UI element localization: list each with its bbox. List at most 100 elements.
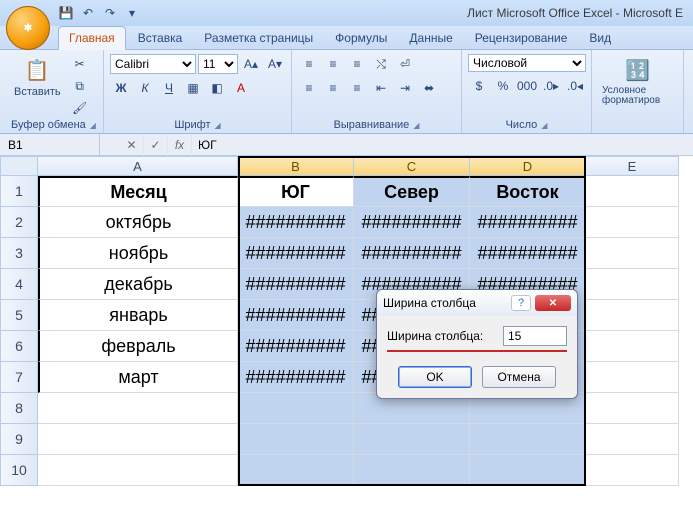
row-header-10[interactable]: 10 — [0, 455, 38, 486]
redo-icon[interactable]: ↷ — [102, 5, 118, 21]
cell-E1[interactable] — [586, 176, 679, 207]
align-left-icon[interactable]: ≡ — [298, 78, 320, 98]
tab-view[interactable]: Вид — [579, 27, 621, 49]
select-all-corner[interactable] — [0, 156, 38, 176]
tab-home[interactable]: Главная — [58, 26, 126, 50]
cell-A7[interactable]: март — [38, 362, 238, 393]
decrease-indent-icon[interactable]: ⇤ — [370, 78, 392, 98]
cell-C10[interactable] — [354, 455, 470, 486]
cell-B1[interactable]: ЮГ — [238, 176, 354, 207]
column-header-E[interactable]: E — [586, 156, 679, 176]
decrease-decimal-icon[interactable]: .0◂ — [564, 76, 586, 96]
cell-C3[interactable]: ########## — [354, 238, 470, 269]
align-right-icon[interactable]: ≡ — [346, 78, 368, 98]
tab-page-layout[interactable]: Разметка страницы — [194, 27, 323, 49]
formula-input[interactable]: ЮГ — [192, 138, 693, 152]
percent-icon[interactable]: % — [492, 76, 514, 96]
fx-icon[interactable]: fx — [168, 134, 192, 156]
column-header-D[interactable]: D — [470, 156, 586, 176]
increase-font-icon[interactable]: A▴ — [240, 54, 262, 74]
cell-E4[interactable] — [586, 269, 679, 300]
row-header-9[interactable]: 9 — [0, 424, 38, 455]
cell-E2[interactable] — [586, 207, 679, 238]
merge-icon[interactable]: ⬌ — [418, 78, 440, 98]
align-center-icon[interactable]: ≡ — [322, 78, 344, 98]
format-painter-icon[interactable]: 🖌 — [69, 98, 91, 118]
cell-A4[interactable]: декабрь — [38, 269, 238, 300]
font-name-select[interactable]: Calibri — [110, 54, 196, 74]
cell-A3[interactable]: ноябрь — [38, 238, 238, 269]
cell-A1[interactable]: Месяц — [38, 176, 238, 207]
qat-more-icon[interactable]: ▾ — [124, 5, 140, 21]
currency-icon[interactable]: $ — [468, 76, 490, 96]
dialog-launcher-icon[interactable]: ◢ — [215, 121, 221, 130]
row-header-2[interactable]: 2 — [0, 207, 38, 238]
cell-A2[interactable]: октябрь — [38, 207, 238, 238]
office-button[interactable]: ✱ — [6, 6, 50, 50]
cell-B6[interactable]: ########## — [238, 331, 354, 362]
tab-review[interactable]: Рецензирование — [465, 27, 578, 49]
font-color-icon[interactable]: A — [230, 78, 252, 98]
border-icon[interactable]: ▦ — [182, 78, 204, 98]
comma-icon[interactable]: 000 — [516, 76, 538, 96]
cell-D10[interactable] — [470, 455, 586, 486]
cell-A8[interactable] — [38, 393, 238, 424]
dialog-launcher-icon[interactable]: ◢ — [413, 121, 419, 130]
cell-B5[interactable]: ########## — [238, 300, 354, 331]
column-width-input[interactable] — [503, 326, 567, 346]
cell-E10[interactable] — [586, 455, 679, 486]
column-header-C[interactable]: C — [354, 156, 470, 176]
tab-insert[interactable]: Вставка — [128, 27, 193, 49]
row-header-8[interactable]: 8 — [0, 393, 38, 424]
cell-D3[interactable]: ########## — [470, 238, 586, 269]
row-header-5[interactable]: 5 — [0, 300, 38, 331]
copy-icon[interactable]: ⧉ — [69, 76, 91, 96]
increase-indent-icon[interactable]: ⇥ — [394, 78, 416, 98]
align-middle-icon[interactable]: ≡ — [322, 54, 344, 74]
decrease-font-icon[interactable]: A▾ — [264, 54, 286, 74]
row-header-3[interactable]: 3 — [0, 238, 38, 269]
cell-B7[interactable]: ########## — [238, 362, 354, 393]
cell-A10[interactable] — [38, 455, 238, 486]
name-box[interactable]: B1 — [0, 134, 100, 155]
cell-D9[interactable] — [470, 424, 586, 455]
column-header-B[interactable]: B — [238, 156, 354, 176]
cell-C9[interactable] — [354, 424, 470, 455]
cell-B10[interactable] — [238, 455, 354, 486]
cell-A9[interactable] — [38, 424, 238, 455]
cell-D2[interactable]: ########## — [470, 207, 586, 238]
align-top-icon[interactable]: ≡ — [298, 54, 320, 74]
fill-color-icon[interactable]: ◧ — [206, 78, 228, 98]
row-header-4[interactable]: 4 — [0, 269, 38, 300]
underline-button[interactable]: Ч — [158, 78, 180, 98]
help-icon[interactable]: ? — [511, 295, 531, 311]
increase-decimal-icon[interactable]: .0▸ — [540, 76, 562, 96]
font-size-select[interactable]: 11 — [198, 54, 238, 74]
italic-button[interactable]: К — [134, 78, 156, 98]
cell-B9[interactable] — [238, 424, 354, 455]
cell-B2[interactable]: ########## — [238, 207, 354, 238]
dialog-launcher-icon[interactable]: ◢ — [90, 121, 96, 130]
bold-button[interactable]: Ж — [110, 78, 132, 98]
cancel-button[interactable]: Отмена — [482, 366, 556, 388]
cell-E3[interactable] — [586, 238, 679, 269]
cell-B8[interactable] — [238, 393, 354, 424]
cell-A5[interactable]: январь — [38, 300, 238, 331]
cell-D1[interactable]: Восток — [470, 176, 586, 207]
orientation-icon[interactable]: ⤭ — [370, 54, 392, 74]
enter-formula-icon[interactable]: ✓ — [144, 134, 168, 156]
cell-E9[interactable] — [586, 424, 679, 455]
tab-formulas[interactable]: Формулы — [325, 27, 397, 49]
ok-button[interactable]: OK — [398, 366, 472, 388]
cell-A6[interactable]: февраль — [38, 331, 238, 362]
close-icon[interactable]: ✕ — [535, 295, 571, 311]
cell-E7[interactable] — [586, 362, 679, 393]
cancel-formula-icon[interactable]: ✕ — [120, 134, 144, 156]
dialog-launcher-icon[interactable]: ◢ — [541, 121, 547, 130]
cell-B3[interactable]: ########## — [238, 238, 354, 269]
cell-C1[interactable]: Север — [354, 176, 470, 207]
number-format-select[interactable]: Числовой — [468, 54, 586, 72]
save-icon[interactable]: 💾 — [58, 5, 74, 21]
cell-C2[interactable]: ########## — [354, 207, 470, 238]
tab-data[interactable]: Данные — [399, 27, 462, 49]
